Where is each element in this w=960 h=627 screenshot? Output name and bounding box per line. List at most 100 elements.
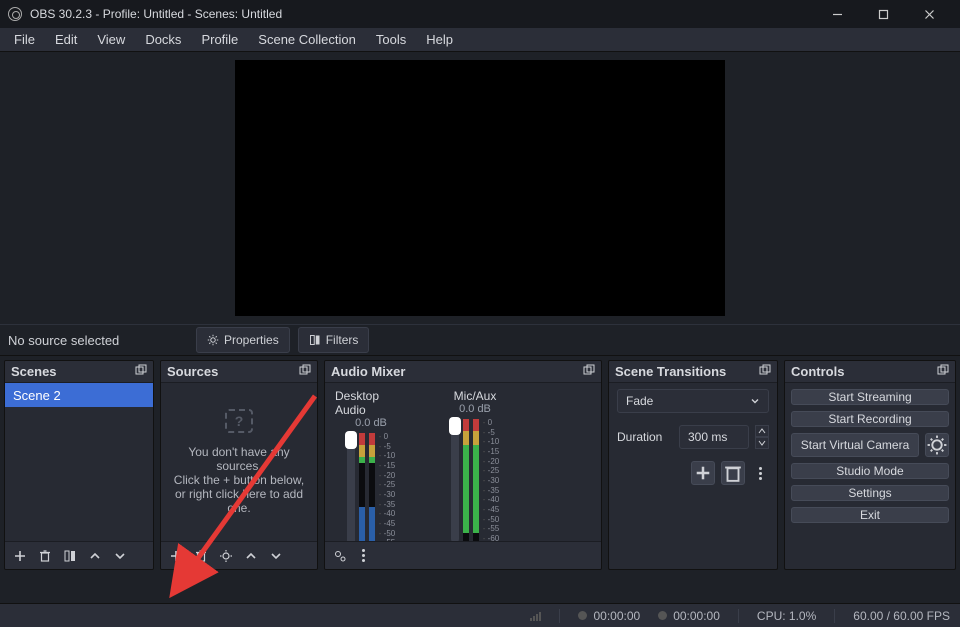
audio-advanced-button[interactable]	[329, 545, 351, 567]
duration-input[interactable]: 300 ms	[679, 425, 749, 449]
menu-file[interactable]: File	[4, 28, 45, 52]
sources-empty-line1: You don't have any sources.	[173, 445, 305, 473]
popout-icon[interactable]	[135, 364, 147, 379]
audio-channel-db: 0.0 dB	[355, 417, 387, 429]
audio-channel-name: Mic/Aux	[454, 389, 497, 403]
status-bar: 00:00:00 00:00:00 CPU: 1.0% 60.00 / 60.0…	[0, 603, 960, 627]
scenes-panel: Scenes Scene 2	[4, 360, 154, 570]
window-close-button[interactable]	[906, 0, 952, 28]
meter-ticks: 0-5-10-15-20-25-30-35-40-45-50-55-60	[483, 419, 499, 541]
gear-icon	[207, 334, 219, 346]
popout-icon[interactable]	[759, 364, 771, 379]
duration-up-button[interactable]	[755, 425, 769, 437]
window-title: OBS 30.2.3 - Profile: Untitled - Scenes:…	[30, 7, 814, 21]
sources-title: Sources	[167, 364, 218, 379]
transition-select-value: Fade	[626, 394, 653, 408]
add-scene-button[interactable]	[9, 545, 31, 567]
titlebar: OBS 30.2.3 - Profile: Untitled - Scenes:…	[0, 0, 960, 28]
transitions-title: Scene Transitions	[615, 364, 726, 379]
rec-time-value: 00:00:00	[673, 609, 720, 623]
source-properties-button[interactable]	[215, 545, 237, 567]
slider-thumb[interactable]	[345, 431, 357, 449]
start-virtual-camera-button[interactable]: Start Virtual Camera	[791, 433, 919, 457]
cpu-usage: CPU: 1.0%	[757, 609, 816, 623]
start-recording-button[interactable]: Start Recording	[791, 411, 949, 427]
exit-button[interactable]: Exit	[791, 507, 949, 523]
scene-down-button[interactable]	[109, 545, 131, 567]
sources-panel: Sources ? You don't have any sources. Cl…	[160, 360, 318, 570]
slider-thumb[interactable]	[449, 417, 461, 435]
meter-ticks: 0-5-10-15-20-25-30-35-40-45-50-55-60	[379, 433, 395, 541]
audio-menu-button[interactable]	[354, 549, 372, 562]
menu-profile[interactable]: Profile	[191, 28, 248, 52]
audio-channel-micaux: Mic/Aux 0.0 dB 0-5-10-15-20-25-30-35-40-…	[439, 389, 511, 541]
controls-title: Controls	[791, 364, 844, 379]
scene-up-button[interactable]	[84, 545, 106, 567]
scene-item[interactable]: Scene 2	[5, 383, 153, 407]
menu-scene-collection[interactable]: Scene Collection	[248, 28, 366, 52]
filters-button[interactable]: Filters	[298, 327, 370, 353]
studio-mode-button[interactable]: Studio Mode	[791, 463, 949, 479]
audio-channel-desktop: Desktop Audio 0.0 dB 0-5-10-15-20-25-30-…	[335, 389, 407, 541]
add-transition-button[interactable]	[691, 461, 715, 485]
rec-dot-icon	[658, 611, 667, 620]
source-down-button[interactable]	[265, 545, 287, 567]
rec-time: 00:00:00	[658, 609, 720, 623]
controls-panel: Controls Start Streaming Start Recording…	[784, 360, 956, 570]
menu-edit[interactable]: Edit	[45, 28, 87, 52]
preview-area[interactable]	[0, 52, 960, 324]
transition-menu-button[interactable]	[751, 467, 769, 480]
no-source-label: No source selected	[8, 333, 188, 348]
add-source-button[interactable]	[165, 545, 187, 567]
popout-icon[interactable]	[299, 364, 311, 379]
transition-select[interactable]: Fade	[617, 389, 769, 413]
scenes-title: Scenes	[11, 364, 57, 379]
vu-meter-right	[369, 433, 375, 541]
audio-channel-db: 0.0 dB	[459, 403, 491, 415]
sources-empty-line2: Click the + button below,	[174, 473, 304, 487]
duration-down-button[interactable]	[755, 437, 769, 449]
preview-toolbar: No source selected Properties Filters	[0, 324, 960, 356]
stream-time: 00:00:00	[578, 609, 640, 623]
audio-channel-name: Desktop Audio	[335, 389, 407, 417]
volume-slider[interactable]	[451, 419, 459, 541]
preview-canvas[interactable]	[235, 60, 725, 316]
settings-button[interactable]: Settings	[791, 485, 949, 501]
menubar: File Edit View Docks Profile Scene Colle…	[0, 28, 960, 52]
popout-icon[interactable]	[583, 364, 595, 379]
audio-title: Audio Mixer	[331, 364, 405, 379]
volume-slider[interactable]	[347, 433, 355, 541]
live-time-value: 00:00:00	[593, 609, 640, 623]
sources-empty-state: ? You don't have any sources. Click the …	[161, 383, 317, 541]
vu-meter-right	[473, 419, 479, 541]
menu-tools[interactable]: Tools	[366, 28, 416, 52]
window-minimize-button[interactable]	[814, 0, 860, 28]
vu-meter-left	[359, 433, 365, 541]
filters-label: Filters	[326, 333, 359, 347]
menu-view[interactable]: View	[87, 28, 135, 52]
properties-button[interactable]: Properties	[196, 327, 290, 353]
delete-source-button[interactable]	[190, 545, 212, 567]
network-indicator	[530, 611, 541, 621]
virtual-camera-settings-button[interactable]	[925, 433, 949, 457]
transitions-panel: Scene Transitions Fade Duration 300 ms	[608, 360, 778, 570]
live-dot-icon	[578, 611, 587, 620]
obs-logo-icon	[8, 7, 22, 21]
vu-meter-left	[463, 419, 469, 541]
delete-transition-button[interactable]	[721, 461, 745, 485]
delete-scene-button[interactable]	[34, 545, 56, 567]
scene-filter-button[interactable]	[59, 545, 81, 567]
menu-help[interactable]: Help	[416, 28, 463, 52]
source-up-button[interactable]	[240, 545, 262, 567]
menu-docks[interactable]: Docks	[135, 28, 191, 52]
duration-value: 300 ms	[688, 430, 727, 444]
question-placeholder-icon: ?	[225, 409, 253, 433]
sources-empty-line3: or right click here to add one.	[173, 487, 305, 515]
popout-icon[interactable]	[937, 364, 949, 379]
start-streaming-button[interactable]: Start Streaming	[791, 389, 949, 405]
chevron-down-icon	[750, 396, 760, 406]
window-maximize-button[interactable]	[860, 0, 906, 28]
duration-label: Duration	[617, 430, 673, 444]
properties-label: Properties	[224, 333, 279, 347]
filters-icon	[309, 334, 321, 346]
